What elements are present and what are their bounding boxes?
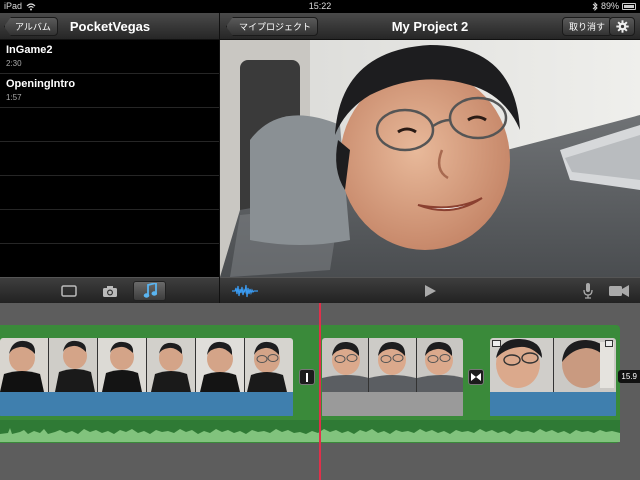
album-back-button[interactable]: アルバム	[4, 17, 58, 36]
timeline-clip[interactable]	[322, 338, 463, 418]
microphone-icon	[583, 283, 593, 299]
project-toolbar: マイプロジェクト My Project 2 取り消す	[220, 13, 640, 40]
clip-audio-band	[0, 392, 293, 416]
viewer-controls-bar	[220, 277, 640, 303]
video-icon	[60, 285, 77, 297]
media-item-ingame2[interactable]: InGame2 2:30	[0, 40, 219, 74]
music-note-icon	[143, 283, 157, 298]
clip-frame	[49, 338, 98, 392]
status-bar: iPad 15:22 89%	[0, 0, 640, 13]
gear-icon	[615, 20, 629, 33]
tab-photos[interactable]	[93, 281, 126, 301]
video-preview[interactable]	[220, 40, 640, 277]
clip-audio-band	[490, 392, 616, 416]
transition-cut-icon	[306, 372, 308, 382]
media-browser-toolbar: アルバム PocketVegas	[0, 13, 219, 40]
my-projects-button[interactable]: マイプロジェクト	[226, 17, 319, 36]
media-item-duration: 2:30	[6, 59, 22, 68]
audio-waveform-icon	[232, 284, 258, 298]
play-icon	[425, 285, 436, 297]
timecode-label: 15.9	[618, 370, 640, 383]
camera-icon	[102, 285, 117, 297]
clip-frame	[490, 338, 554, 392]
clock: 15:22	[308, 1, 332, 11]
clip-end-icon	[605, 340, 613, 347]
timeline-clip[interactable]	[0, 338, 293, 418]
clip-frame	[553, 338, 616, 392]
timeline-clip[interactable]	[490, 338, 616, 418]
media-item-name: OpeningIntro	[6, 78, 76, 90]
clip-frame	[98, 338, 147, 392]
clip-frame	[416, 338, 463, 392]
tab-music[interactable]	[133, 281, 166, 301]
project-title: My Project 2	[391, 19, 469, 34]
preview-frame-image	[220, 40, 640, 277]
clip-frame	[0, 338, 49, 392]
empty-row	[0, 108, 219, 142]
bluetooth-icon	[592, 2, 598, 11]
battery-percent: 89%	[600, 1, 619, 11]
transition-button[interactable]	[299, 369, 315, 385]
clip-audio-band	[322, 392, 463, 416]
clip-frame	[369, 338, 417, 392]
media-list: InGame2 2:30 OpeningIntro 1:57	[0, 40, 219, 277]
media-item-duration: 1:57	[6, 93, 22, 102]
album-title: PocketVegas	[69, 19, 151, 34]
clip-frame	[196, 338, 245, 392]
settings-button[interactable]	[609, 17, 635, 36]
media-item-name: InGame2	[6, 44, 53, 56]
playhead[interactable]	[319, 303, 321, 480]
tab-video[interactable]	[52, 281, 85, 301]
clip-type-icon	[492, 340, 501, 347]
clip-frame	[147, 338, 196, 392]
play-button[interactable]	[417, 281, 443, 301]
media-item-openingintro[interactable]: OpeningIntro 1:57	[0, 74, 219, 108]
transition-button[interactable]	[468, 369, 484, 385]
battery-icon	[622, 3, 636, 10]
clip-frame	[322, 338, 370, 392]
video-camera-icon	[609, 285, 629, 297]
empty-row	[0, 210, 219, 244]
empty-row	[0, 142, 219, 176]
audio-waveform	[0, 420, 620, 442]
media-type-tabs	[0, 277, 219, 303]
clip-frame	[245, 338, 293, 392]
audio-waveform-button[interactable]	[230, 281, 260, 301]
record-voiceover-button[interactable]	[575, 281, 601, 301]
record-video-button[interactable]	[605, 281, 633, 301]
undo-button[interactable]: 取り消す	[562, 17, 613, 36]
empty-row	[0, 176, 219, 210]
cross-dissolve-icon	[471, 373, 481, 381]
